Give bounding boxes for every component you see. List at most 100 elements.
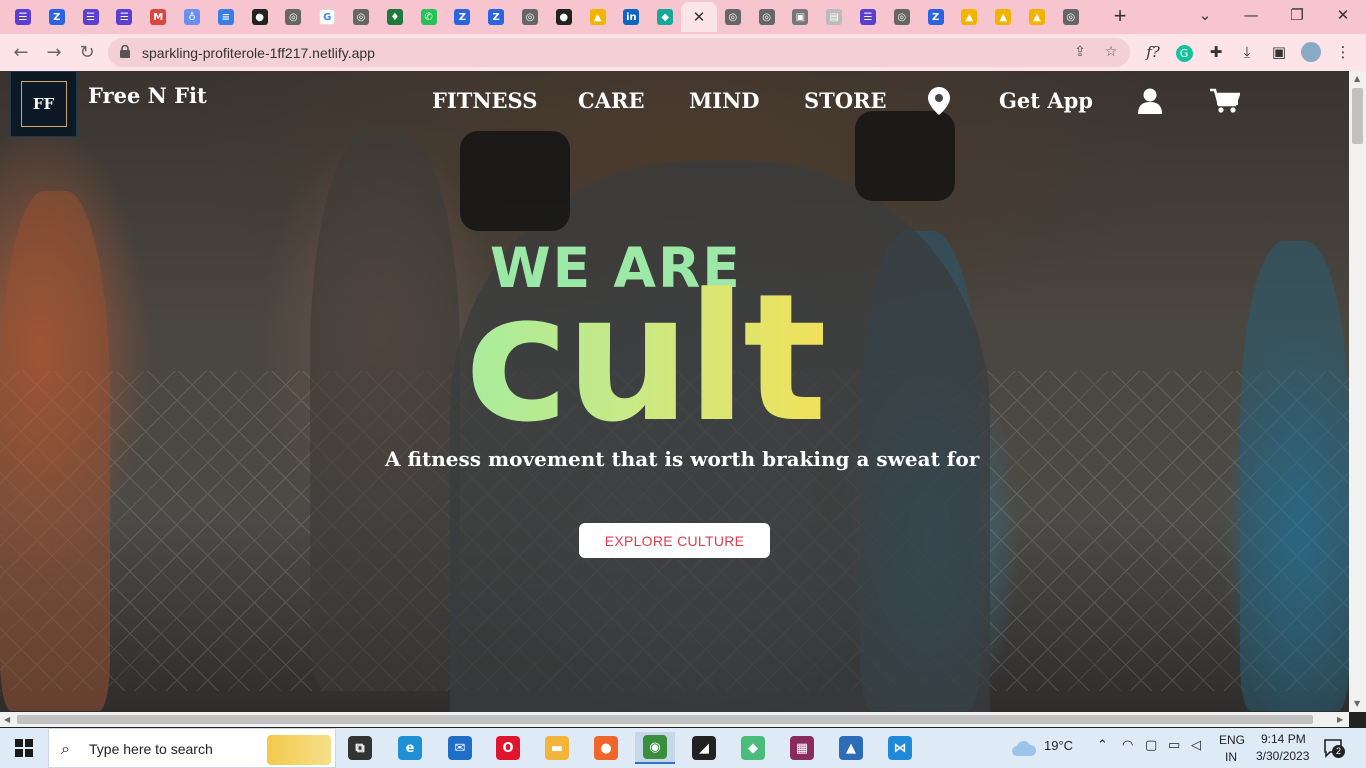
tab-search-chevron-icon[interactable]: ⌄ <box>1182 0 1228 32</box>
browser-tab[interactable]: ● <box>549 2 579 32</box>
browser-tab[interactable]: ▲ <box>583 2 613 32</box>
wifi-icon[interactable]: ◠ <box>1122 738 1133 753</box>
browser-tab[interactable]: ▤ <box>819 2 849 32</box>
back-button[interactable]: ← <box>8 40 34 66</box>
taskbar-app[interactable]: ⋈ <box>880 732 920 764</box>
browser-tab[interactable]: ☰ <box>853 2 883 32</box>
search-placeholder: Type here to search <box>89 741 213 757</box>
browser-tab[interactable]: ◎ <box>346 2 376 32</box>
notification-center-button[interactable]: 2 <box>1324 738 1345 758</box>
browser-tab[interactable]: in <box>616 2 646 32</box>
url-text[interactable]: sparkling-profiterole-1ff217.netlify.app <box>142 45 375 61</box>
restore-button[interactable]: ❐ <box>1274 0 1320 32</box>
browser-tab[interactable]: ◎ <box>515 2 545 32</box>
menu-kebab-icon[interactable]: ⋮ <box>1332 42 1354 64</box>
nav-care[interactable]: CARE <box>578 88 644 113</box>
extensions-puzzle-icon[interactable]: ✚ <box>1205 42 1227 64</box>
input-language[interactable]: ENG <box>1219 733 1245 747</box>
browser-tab[interactable]: Z <box>42 2 72 32</box>
horizontal-scroll-thumb[interactable] <box>17 715 1313 724</box>
taskbar-app[interactable]: ● <box>586 732 626 764</box>
weather-cloud-icon[interactable] <box>1011 739 1037 757</box>
browser-tab[interactable]: ◎ <box>1056 2 1086 32</box>
nav-store[interactable]: STORE <box>804 88 887 113</box>
vertical-scroll-thumb[interactable] <box>1352 88 1363 144</box>
browser-tab[interactable]: ◎ <box>278 2 308 32</box>
side-panel-icon[interactable]: ▣ <box>1268 42 1290 64</box>
vertical-scrollbar[interactable]: ▲ ▼ <box>1349 71 1366 712</box>
browser-tab[interactable]: ☰ <box>109 2 139 32</box>
font-finder-extension-icon[interactable]: f? <box>1142 42 1164 64</box>
browser-tab[interactable]: ✆ <box>414 2 444 32</box>
browser-tab[interactable]: Z <box>481 2 511 32</box>
battery-icon[interactable]: ▭ <box>1168 738 1180 753</box>
browser-tab[interactable]: ◎ <box>752 2 782 32</box>
forward-button[interactable]: → <box>41 40 67 66</box>
site-name[interactable]: Free N Fit <box>88 83 207 108</box>
volume-icon[interactable]: ◁ <box>1191 738 1201 753</box>
browser-tab[interactable]: ◆ <box>650 2 680 32</box>
browser-tab[interactable]: M <box>143 2 173 32</box>
input-region[interactable]: IN <box>1225 750 1237 764</box>
meet-now-icon[interactable]: ▢ <box>1145 738 1157 753</box>
browser-tab[interactable]: Z <box>447 2 477 32</box>
get-app-link[interactable]: Get App <box>999 88 1093 113</box>
taskbar-app[interactable]: ✉ <box>440 732 480 764</box>
browser-tab[interactable]: ≡ <box>211 2 241 32</box>
taskbar-app[interactable]: ◆ <box>733 732 773 764</box>
share-icon[interactable]: ⇪ <box>1070 43 1090 63</box>
taskbar-app[interactable]: ▦ <box>782 732 822 764</box>
show-hidden-icons-chevron-icon[interactable]: ⌃ <box>1097 738 1108 753</box>
browser-tab[interactable]: ▲ <box>954 2 984 32</box>
minimize-button[interactable]: — <box>1228 0 1274 32</box>
lock-icon[interactable] <box>120 45 130 58</box>
explore-culture-button[interactable]: EXPLORE CULTURE <box>579 523 770 558</box>
browser-tab[interactable]: ▲ <box>988 2 1018 32</box>
browser-tab[interactable]: ● <box>245 2 275 32</box>
taskbar-app[interactable]: O <box>488 732 528 764</box>
weather-temperature[interactable]: 19°C <box>1044 738 1073 753</box>
browser-tab[interactable]: ♁ <box>177 2 207 32</box>
scroll-right-arrow-icon[interactable]: ▶ <box>1337 715 1343 724</box>
clock-date[interactable]: 3/30/2023 <box>1256 749 1309 763</box>
browser-tab[interactable]: Z <box>921 2 951 32</box>
scroll-down-arrow-icon[interactable]: ▼ <box>1354 699 1360 708</box>
browser-tab[interactable]: ◎ <box>887 2 917 32</box>
taskbar-app[interactable]: ⧉ <box>340 732 380 764</box>
nav-fitness[interactable]: FITNESS <box>432 88 537 113</box>
window-close-button[interactable]: ✕ <box>1320 0 1366 32</box>
reload-button[interactable]: ↻ <box>74 40 100 66</box>
nav-mind[interactable]: MIND <box>689 88 759 113</box>
horizontal-scrollbar[interactable]: ◀ ▶ <box>0 712 1349 727</box>
browser-tab[interactable]: ▲ <box>1022 2 1052 32</box>
scroll-left-arrow-icon[interactable]: ◀ <box>4 715 10 724</box>
taskbar-app[interactable]: e <box>390 732 430 764</box>
shopping-cart-icon[interactable] <box>1210 88 1240 114</box>
download-icon[interactable]: ⤓ <box>1236 42 1258 64</box>
tab-active[interactable]: ✕ <box>681 2 717 32</box>
bookmark-star-icon[interactable]: ☆ <box>1101 43 1121 63</box>
browser-tab[interactable]: ☰ <box>76 2 106 32</box>
scroll-up-arrow-icon[interactable]: ▲ <box>1354 74 1360 83</box>
taskbar-app[interactable]: ▲ <box>831 732 871 764</box>
grammarly-extension-icon[interactable]: G <box>1173 42 1195 64</box>
browser-tab[interactable]: ◎ <box>718 2 748 32</box>
location-pin-icon[interactable] <box>928 87 950 115</box>
clock-time[interactable]: 9:14 PM <box>1261 732 1306 746</box>
taskbar-search-box[interactable]: ⌕ Type here to search <box>48 728 336 768</box>
user-account-icon[interactable] <box>1138 88 1162 114</box>
taskbar-app[interactable]: ◢ <box>684 732 724 764</box>
site-logo[interactable]: FF <box>10 71 77 137</box>
browser-tab[interactable]: G <box>312 2 342 32</box>
profile-avatar[interactable] <box>1300 42 1322 64</box>
browser-tab[interactable]: ▣ <box>785 2 815 32</box>
address-bar[interactable]: sparkling-profiterole-1ff217.netlify.app… <box>108 38 1130 67</box>
taskbar-app[interactable]: ▬ <box>537 732 577 764</box>
taskbar-app[interactable]: ◉ <box>635 732 675 764</box>
browser-tab[interactable]: ♦ <box>380 2 410 32</box>
browser-tab[interactable]: ☰ <box>8 2 38 32</box>
start-button[interactable] <box>0 728 48 768</box>
new-tab-button[interactable]: + <box>1108 5 1132 29</box>
browser-toolbar: ← → ↻ sparkling-profiterole-1ff217.netli… <box>0 34 1366 71</box>
close-icon[interactable]: ✕ <box>691 8 707 26</box>
